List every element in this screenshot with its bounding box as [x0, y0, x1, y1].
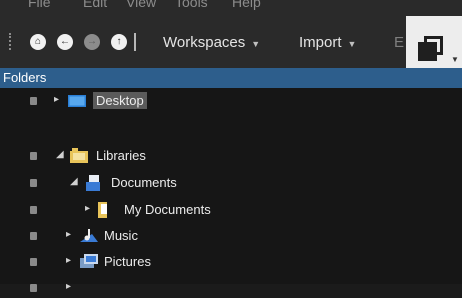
folders-panel-header: Folders: [0, 68, 462, 88]
tree-item-partial[interactable]: ▸: [0, 278, 462, 298]
pin-icon[interactable]: [30, 206, 37, 214]
toolbar: ⌂ ← → ↑ Workspaces ▼ Import ▼ E ▼: [0, 16, 462, 76]
tree-item-label: Documents: [111, 175, 177, 190]
pin-icon[interactable]: [30, 97, 37, 105]
collapse-arrow-icon[interactable]: ◢: [56, 149, 64, 160]
my-documents-folder-icon: [98, 202, 107, 218]
menu-tools[interactable]: Tools: [175, 0, 208, 10]
tree-item-label: Music: [104, 228, 138, 243]
tree-item-my-documents[interactable]: ▸ My Documents: [0, 200, 462, 220]
library-folder-icon: [70, 148, 88, 163]
documents-library-icon: [86, 175, 100, 191]
forward-arrow-icon[interactable]: →: [84, 34, 100, 50]
workspaces-menu[interactable]: Workspaces ▼: [163, 34, 260, 51]
expand-arrow-icon[interactable]: ▸: [85, 203, 90, 214]
back-arrow-icon[interactable]: ←: [57, 34, 73, 50]
expand-arrow-icon[interactable]: ▸: [66, 255, 71, 266]
tree-item-label: Libraries: [96, 148, 146, 163]
pin-icon[interactable]: [30, 152, 37, 160]
pin-icon[interactable]: [30, 179, 37, 187]
tree-item-label: Desktop: [93, 92, 147, 109]
export-menu-partial[interactable]: E: [394, 34, 404, 51]
tree-item-pictures[interactable]: ▸ Pictures: [0, 252, 462, 272]
switch-view-button[interactable]: ▼: [406, 16, 462, 76]
menu-edit[interactable]: Edit: [83, 0, 107, 10]
pictures-icon: [80, 254, 98, 268]
expand-arrow-icon[interactable]: ▸: [66, 229, 71, 240]
up-arrow-icon[interactable]: ↑: [111, 34, 127, 50]
chevron-down-icon: ▼: [451, 55, 459, 64]
menu-help[interactable]: Help: [232, 0, 261, 10]
workspaces-label: Workspaces: [163, 34, 246, 51]
expand-arrow-icon[interactable]: ▸: [66, 281, 71, 292]
chevron-down-icon: ▼: [251, 39, 261, 49]
pin-icon[interactable]: [30, 258, 37, 266]
tree-item-desktop[interactable]: ▸ Desktop: [0, 91, 462, 111]
menu-file[interactable]: File: [28, 0, 51, 10]
tree-item-label: My Documents: [124, 202, 211, 217]
music-icon: [80, 229, 98, 242]
menu-bar: File Edit View Tools Help: [0, 0, 462, 16]
tree-item-documents[interactable]: ◢ Documents: [0, 173, 462, 193]
tree-item-music[interactable]: ▸ Music: [0, 226, 462, 246]
tree-item-label: Pictures: [104, 254, 151, 269]
import-menu[interactable]: Import ▼: [299, 34, 356, 51]
pin-icon[interactable]: [30, 232, 37, 240]
home-icon[interactable]: ⌂: [30, 34, 46, 50]
collapse-arrow-icon[interactable]: ◢: [70, 176, 78, 187]
folder-tree: ▸ Desktop ◢ Libraries ◢ Documents ▸ My D…: [0, 88, 462, 292]
toolbar-grip[interactable]: [9, 33, 13, 50]
import-label: Import: [299, 34, 342, 51]
toolbar-separator: [134, 33, 136, 51]
expand-arrow-icon[interactable]: ▸: [54, 94, 59, 105]
menu-view[interactable]: View: [126, 0, 156, 10]
chevron-down-icon: ▼: [347, 39, 357, 49]
tree-item-libraries[interactable]: ◢ Libraries: [0, 146, 462, 166]
desktop-icon: [68, 95, 86, 107]
switch-view-icon: [418, 36, 444, 62]
pin-icon[interactable]: [30, 284, 37, 292]
